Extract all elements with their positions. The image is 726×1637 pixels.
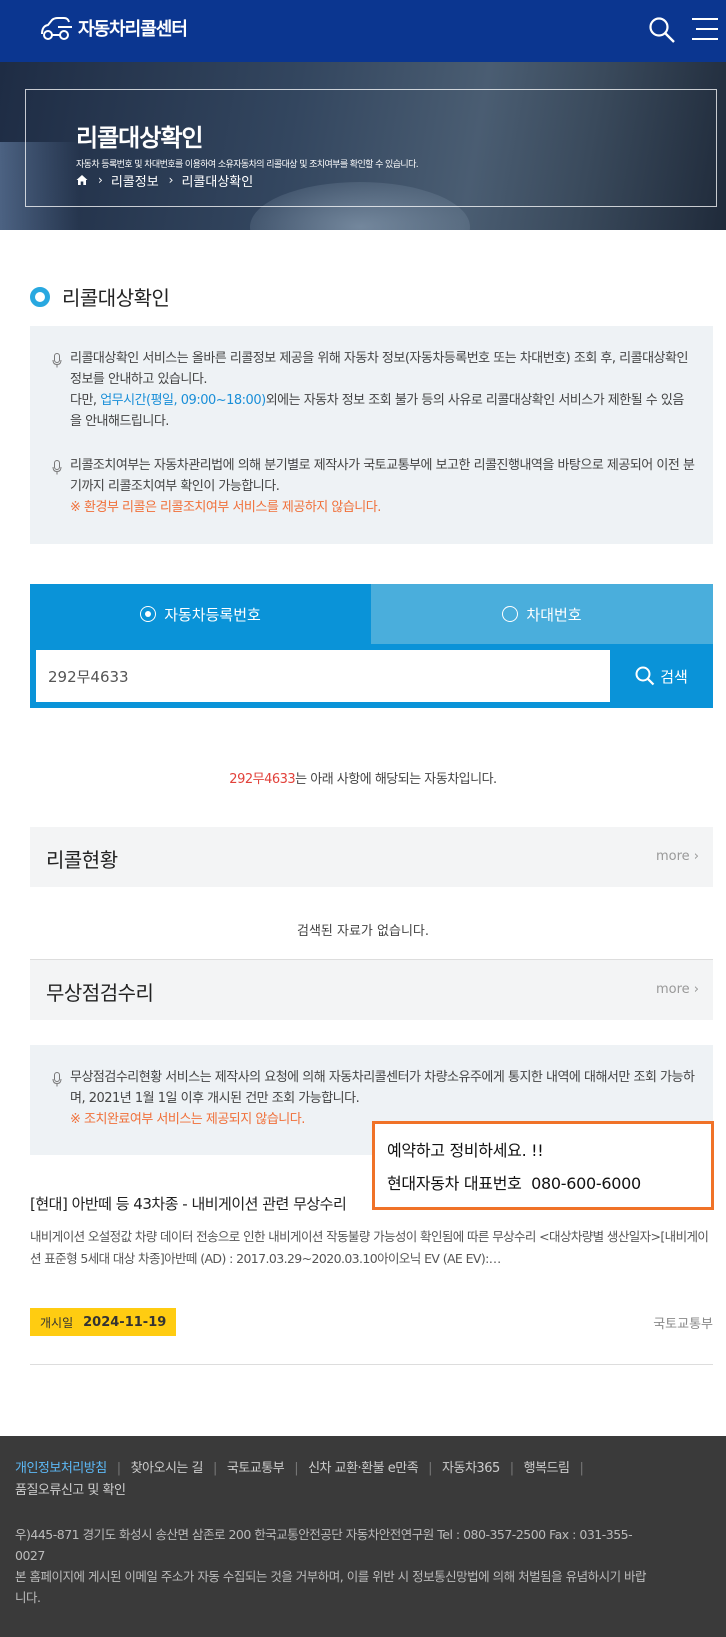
search-bar: 검색 — [30, 644, 713, 708]
warning-text: ※ 조치완료여부 서비스는 제공되지 않습니다. — [70, 1112, 305, 1127]
empty-result-message: 검색된 자료가 없습니다. — [297, 924, 429, 939]
search-icon[interactable] — [648, 16, 676, 44]
footer-link-quality-report[interactable]: 품질오류신고 및 확인 — [15, 1483, 126, 1498]
notice-text: 다만, — [70, 393, 101, 408]
recall-status-title: 리콜현황 — [46, 848, 118, 872]
footer-link-privacy[interactable]: 개인정보처리방침 — [15, 1461, 107, 1476]
footer-link-molit[interactable]: 국토교통부 — [227, 1461, 285, 1476]
more-label: more — [655, 982, 690, 997]
section-heading: 리콜대상확인 — [30, 282, 170, 311]
microphone-icon — [52, 460, 62, 475]
chevron-right-icon: › — [98, 173, 103, 187]
footer-link-car365[interactable]: 자동차365 — [442, 1461, 500, 1476]
radio-icon[interactable] — [502, 606, 519, 622]
breadcrumb-item-recall-info[interactable]: 리콜정보 — [111, 171, 159, 190]
free-repair-header: 무상점검수리 more › — [30, 960, 713, 1020]
notice-paragraph-1: 리콜대상확인 서비스는 올바른 리콜정보 제공을 위해 자동차 정보(자동차등록… — [70, 348, 695, 432]
page-title: 리콜대상확인 — [76, 124, 203, 152]
popup-phone-label: 현대자동차 대표번호 — [387, 1174, 522, 1193]
notice-text: 무상점검수리현황 서비스는 제작사의 요청에 의해 자동차리콜센터가 차량소유주… — [70, 1070, 695, 1106]
logo-text: 자동차리콜센터 — [78, 19, 188, 40]
breadcrumb: › 리콜정보 › 리콜대상확인 — [76, 170, 253, 190]
tab-label: 차대번호 — [526, 605, 582, 624]
footer-link-directions[interactable]: 찾아오시는 길 — [131, 1461, 204, 1476]
footer-address-text: 우)445-871 경기도 화성시 송산면 삼존로 200 한국교통안전공단 자… — [15, 1527, 633, 1563]
top-header: 자동차리콜센터 — [0, 0, 726, 62]
footer-address: 우)445-871 경기도 화성시 송산면 삼존로 200 한국교통안전공단 자… — [15, 1524, 655, 1608]
vehicle-number-input[interactable] — [36, 650, 610, 702]
footer-links: 개인정보처리방침 | 찾아오시는 길 | 국토교통부 | 신차 교환·환불 e만족 | 자동차3… — [15, 1461, 584, 1498]
recall-status-header: 리콜현황 more › — [30, 827, 713, 887]
section-title: 리콜대상확인 — [62, 286, 170, 310]
more-label: more — [655, 849, 690, 864]
repair-item-description: 내비게이션 오설정값 차량 데이터 전송으로 인한 내비게이션 작동불량 가능성… — [30, 1229, 709, 1266]
hero-frame: 리콜대상확인 자동차 등록번호 및 차대번호를 이용하여 소유자동차의 리콜대상… — [25, 89, 717, 207]
popup-phone-number[interactable]: 080-600-6000 — [531, 1174, 641, 1193]
tab-registration-number[interactable]: 자동차등록번호 — [30, 584, 371, 644]
notice-box: 리콜대상확인 서비스는 올바른 리콜정보 제공을 위해 자동차 정보(자동차등록… — [30, 326, 713, 544]
microphone-icon — [52, 353, 62, 368]
microphone-icon — [52, 1072, 62, 1087]
tab-label: 자동차등록번호 — [164, 605, 261, 624]
result-text: 는 아래 사항에 해당되는 자동차입니다. — [295, 772, 497, 787]
bullet-ring-icon — [30, 286, 50, 307]
footer-link-happy-dream[interactable]: 행복드림 — [524, 1461, 570, 1476]
footer-email-notice: 본 홈페이지에 게시된 이메일 주소가 자동 수집되는 것을 거부하며, 이를 … — [15, 1569, 647, 1605]
search-icon — [635, 666, 655, 686]
chevron-right-icon: › — [168, 173, 174, 187]
repair-item-title[interactable]: [현대] 아반떼 등 43차종 - 내비게이션 관련 무상수리 — [30, 1193, 347, 1214]
footer-link-new-car-exchange[interactable]: 신차 교환·환불 e만족 — [308, 1461, 419, 1476]
result-message: 292무4633는 아래 사항에 해당되는 자동차입니다. — [0, 768, 726, 787]
search-button[interactable]: 검색 — [610, 644, 713, 708]
start-date-badge: 개시일 2024-11-19 — [30, 1308, 177, 1336]
hero-banner: 리콜대상확인 자동차 등록번호 및 차대번호를 이용하여 소유자동차의 리콜대상… — [0, 62, 726, 230]
tab-vin[interactable]: 차대번호 — [371, 584, 713, 644]
hamburger-menu-icon[interactable] — [688, 17, 718, 41]
recall-status-more-link[interactable]: more › — [656, 849, 699, 864]
search-button-label: 검색 — [660, 667, 688, 686]
footer: 개인정보처리방침 | 찾아오시는 길 | 국토교통부 | 신차 교환·환불 e만족 | 자동차3… — [0, 1436, 726, 1637]
notice-text: 리콜대상확인 서비스는 올바른 리콜정보 제공을 위해 자동차 정보(자동차등록… — [70, 351, 688, 387]
popup-line-1: 예약하고 정비하세요. !! — [387, 1141, 544, 1160]
free-repair-title: 무상점검수리 — [46, 981, 154, 1005]
badge-date: 2024-11-19 — [83, 1314, 167, 1330]
source-label: 국토교통부 — [653, 1317, 713, 1332]
reservation-popup[interactable]: 예약하고 정비하세요. !! 현대자동차 대표번호 080-600-6000 — [372, 1121, 714, 1210]
breadcrumb-item-current[interactable]: 리콜대상확인 — [181, 171, 253, 190]
notice-paragraph-2: 리콜조치여부는 자동차관리법에 의해 분기별로 제작사가 국토교통부에 보고한 … — [70, 455, 695, 518]
popup-line-2: 현대자동차 대표번호 080-600-6000 — [387, 1167, 699, 1200]
notice-text: 리콜조치여부는 자동차관리법에 의해 분기별로 제작사가 국토교통부에 보고한 … — [70, 458, 695, 494]
home-icon[interactable] — [76, 174, 88, 186]
radio-icon[interactable] — [140, 606, 157, 622]
site-logo[interactable]: 자동차리콜센터 — [38, 14, 188, 42]
badge-label: 개시일 — [40, 1315, 74, 1330]
divider — [30, 1364, 713, 1365]
page-subtitle: 자동차 등록번호 및 차대번호를 이용하여 소유자동차의 리콜대상 및 조치여부… — [76, 160, 419, 170]
result-plate: 292무4633 — [229, 772, 296, 787]
car-logo-icon — [41, 17, 72, 40]
business-hours-text: 업무시간(평일, 09:00~18:00) — [100, 393, 266, 408]
warning-text: ※ 환경부 리콜은 리콜조치여부 서비스를 제공하지 않습니다. — [70, 500, 381, 515]
free-repair-more-link[interactable]: more › — [656, 982, 699, 997]
